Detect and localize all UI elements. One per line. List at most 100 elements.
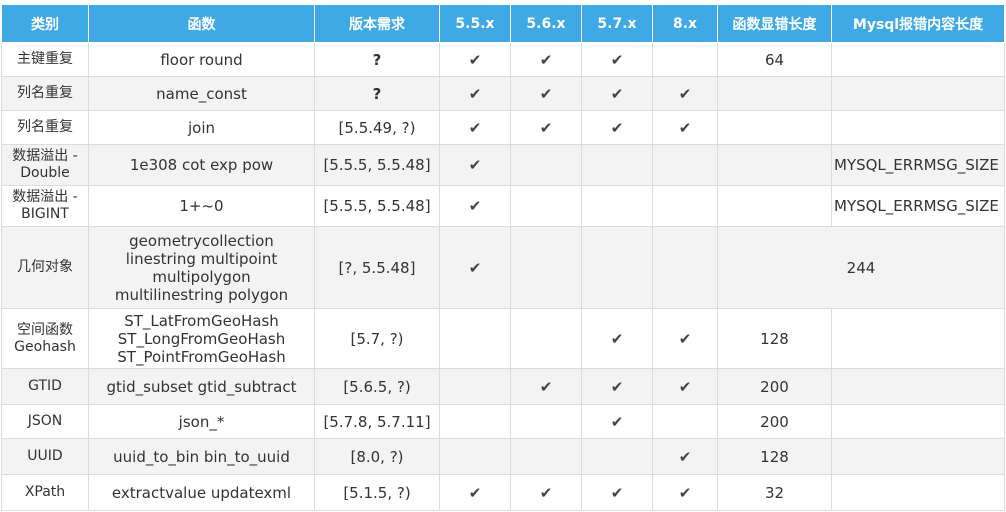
support-v8-cell [652,42,718,77]
table-row: 列名重复 name_const? ✔ ✔ ✔ ✔ [1,76,1005,111]
check-mark-icon: ✔ [468,258,482,277]
category-cell: 数据溢出 - BIGINT [1,185,89,227]
support-v8-cell [652,144,718,186]
function-cell: geometrycollection linestring multipoint m… [88,226,315,309]
function-length-cell [717,144,832,186]
support-v57-cell: ✔ [581,42,653,77]
check-mark-icon: ✔ [678,84,692,103]
check-mark-icon: ✔ [610,412,624,431]
support-v55-cell: ✔ [439,76,511,111]
function-name: 1+~0 [179,197,224,215]
function-name: multilinestring polygon [114,285,289,304]
function-cell: uuid_to_bin bin_to_uuid [88,438,315,475]
table-row: 主键重复 floor round? ✔ ✔ ✔ 64 [1,42,1005,77]
message-length-cell [831,404,1005,439]
message-length-cell [831,110,1005,145]
support-v56-cell [510,308,582,369]
function-name: join [187,118,216,137]
message-length-cell [831,76,1005,111]
function-length-cell: 128 [717,438,832,475]
header-v55: 5.5.x [439,4,511,43]
support-v55-cell: ✔ [439,226,511,309]
check-mark-icon: ✔ [468,483,482,502]
check-mark-icon: ✔ [539,483,553,502]
support-v56-cell [510,226,582,309]
support-v56-cell [510,144,582,186]
support-v8-cell: ✔ [652,474,718,511]
version-cell: ? [314,76,440,111]
support-v56-cell [510,404,582,439]
version-cell: [5.5.5, 5.5.48] [314,185,440,227]
table-row: UUID uuid_to_bin bin_to_uuid [8.0, ?) ✔ 128 [1,438,1005,475]
message-length-cell [831,368,1005,405]
category-cell: 主键重复 [1,42,89,77]
support-v56-cell: ✔ [510,110,582,145]
support-v55-cell [439,404,511,439]
function-name: ST_PointFromGeoHash [117,347,286,366]
table-row: XPath extractvalue updatexml [5.1.5, ?) ✔ ✔ ✔… [1,474,1005,511]
support-v57-cell: ✔ [581,308,653,369]
support-v8-cell: ✔ [652,76,718,111]
function-cell: 1+~0 [88,185,315,227]
support-v55-cell [439,308,511,369]
support-v8-cell: ✔ [652,368,718,405]
error-injection-table: 类别 函数 版本需求 5.5.x 5.6.x 5.7.x 8.x 函数显错长度 … [1,4,1005,511]
support-v56-cell: ✔ [510,368,582,405]
table-row: JSON json_* [5.7.8, 5.7.11] ✔ 200 [1,404,1005,439]
category-cell: 列名重复 [1,76,89,111]
header-v56: 5.6.x [510,4,582,43]
support-v55-cell: ✔ [439,185,511,227]
table-row: 空间函数 Geohash ST_LatFromGeoHash ST_LongFrom… [1,308,1005,369]
check-mark-icon: ✔ [610,84,624,103]
version-cell: [5.7, ?) [314,308,440,369]
function-cell: extractvalue updatexml [88,474,315,511]
check-mark-icon: ✔ [610,329,624,348]
support-v56-cell [510,185,582,227]
version-cell: [5.6.5, ?) [314,368,440,405]
check-mark-icon: ✔ [678,483,692,502]
support-v55-cell: ✔ [439,144,511,186]
message-length-cell [831,308,1005,369]
check-mark-icon: ✔ [610,50,624,69]
support-v55-cell: ✔ [439,110,511,145]
support-v57-cell: ✔ [581,474,653,511]
check-mark-icon: ✔ [539,118,553,137]
message-length-cell [831,42,1005,77]
table-row: 数据溢出 - Double 1e308 cot exp pow [5.5.5, 5.… [1,144,1005,186]
version-cell: [5.5.49, ?) [314,110,440,145]
check-mark-icon: ✔ [678,447,692,466]
header-category: 类别 [1,4,89,43]
header-msg-length: Mysql报错内容长度 [831,4,1005,43]
message-length-cell [831,474,1005,511]
function-length-cell: 32 [717,474,832,511]
check-mark-icon: ✔ [610,377,624,396]
support-v57-cell: ✔ [581,110,653,145]
table-row: 数据溢出 - BIGINT 1+~0 [5.5.5, 5.5.48] ✔ MYSQL_E… [1,185,1005,227]
check-mark-icon: ✔ [610,483,624,502]
function-name: name_const [156,84,247,103]
function-length-cell [717,110,832,145]
function-name: gtid_subset gtid_subtract [106,377,297,396]
check-mark-icon: ✔ [539,377,553,396]
support-v56-cell: ✔ [510,474,582,511]
support-v57-cell [581,438,653,475]
version-cell: ? [314,42,440,77]
message-length-cell: MYSQL_ERRMSG_SIZE [831,144,1005,186]
header-function: 函数 [88,4,315,43]
header-func-length: 函数显错长度 [717,4,832,43]
category-cell: 列名重复 [1,110,89,145]
support-v8-cell: ✔ [652,110,718,145]
check-mark-icon: ✔ [610,118,624,137]
support-v57-cell: ✔ [581,76,653,111]
support-v57-cell [581,185,653,227]
version-cell: [5.5.5, 5.5.48] [314,144,440,186]
check-mark-icon: ✔ [468,156,482,174]
function-name: 1e308 cot exp pow [129,156,274,174]
support-v8-cell [652,185,718,227]
function-cell: ST_LatFromGeoHash ST_LongFromGeoHash ST_Po… [88,308,315,369]
check-mark-icon: ✔ [678,118,692,137]
function-length-cell: 64 [717,42,832,77]
function-cell: gtid_subset gtid_subtract [88,368,315,405]
function-name: uuid_to_bin bin_to_uuid [113,447,290,466]
table-row: GTID gtid_subset gtid_subtract [5.6.5, ?) ✔… [1,368,1005,405]
